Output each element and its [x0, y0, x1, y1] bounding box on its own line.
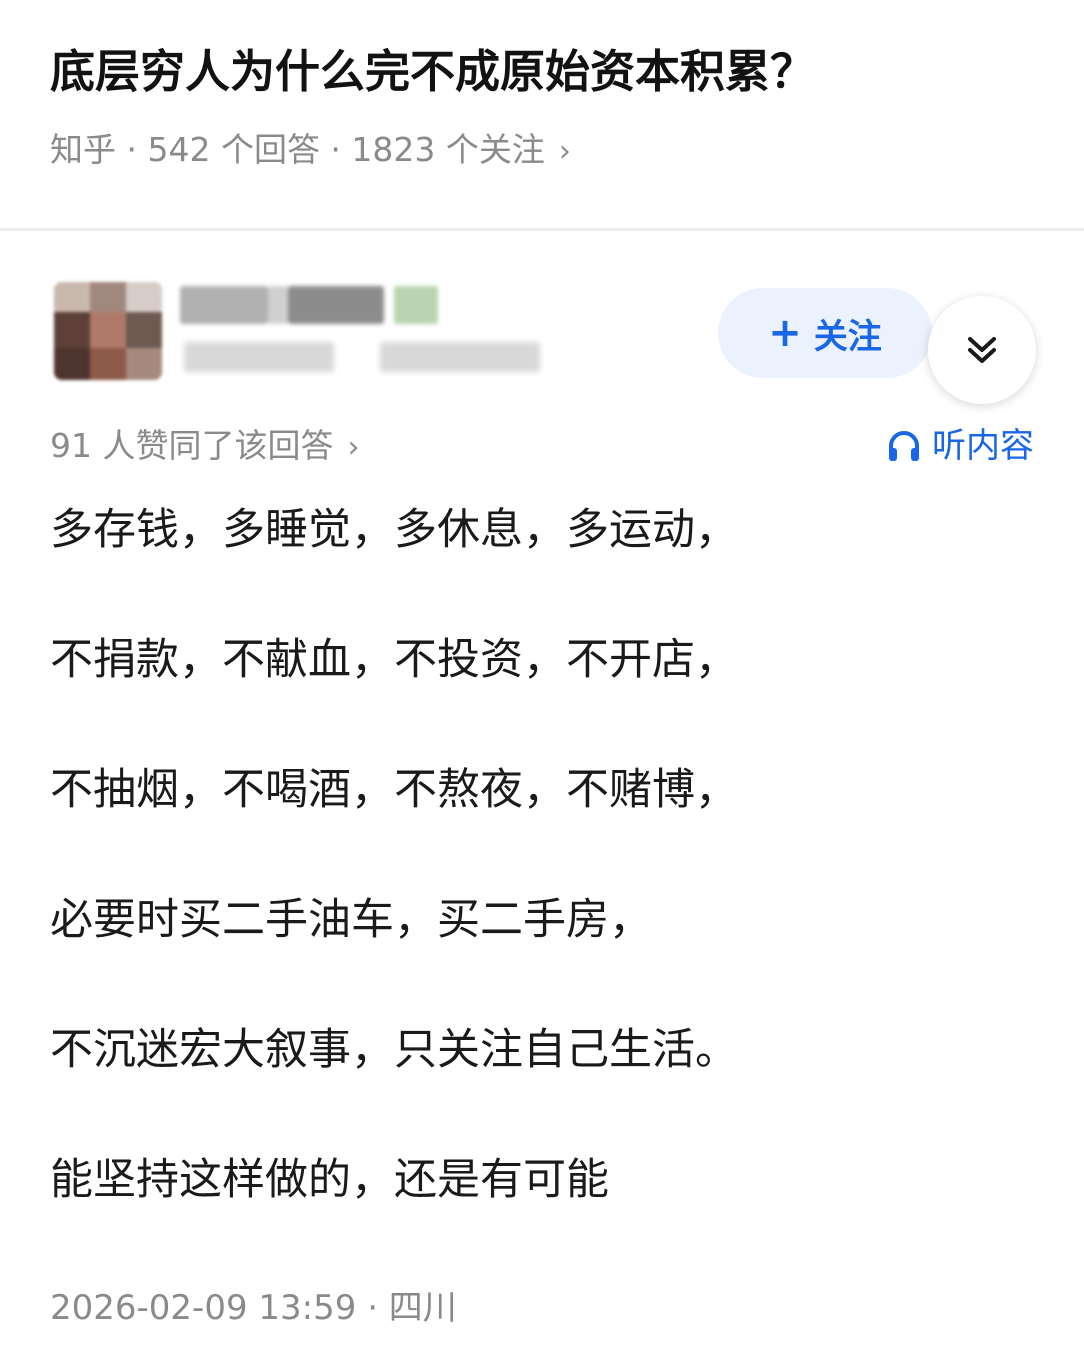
answer-paragraph: 不抽烟，不喝酒，不熬夜，不赌博，	[50, 765, 738, 815]
avatar[interactable]	[54, 282, 162, 380]
upvote-text: 91 人赞同了该回答	[50, 426, 334, 465]
question-meta-text: 知乎 · 542 个回答 · 1823 个关注	[50, 130, 545, 169]
question-title[interactable]: 底层穷人为什么完不成原始资本积累？	[50, 36, 1050, 108]
plus-icon: +	[768, 310, 802, 356]
answer-paragraph: 必要时买二手油车，买二手房，	[50, 895, 652, 945]
author-bio-blurred	[184, 338, 544, 376]
follow-button-label: 关注	[813, 316, 882, 357]
author-name-blurred[interactable]	[180, 286, 450, 324]
answer-paragraph: 多存钱，多睡觉，多休息，多运动，	[50, 505, 738, 555]
headphones-icon	[889, 431, 919, 461]
follow-button[interactable]: + 关注	[718, 288, 932, 378]
upvote-summary[interactable]: 91 人赞同了该回答 ›	[50, 422, 359, 472]
answer-body[interactable]: 多存钱，多睡觉，多休息，多运动， 不捐款，不献血，不投资，不开店， 不抽烟，不喝…	[50, 494, 1040, 1274]
answer-paragraph: 不捐款，不献血，不投资，不开店，	[50, 635, 738, 685]
chevron-right-icon: ›	[558, 134, 571, 169]
answer-timestamp-location: 2026-02-09 13:59 · 四川	[50, 1288, 457, 1328]
listen-label: 听内容	[932, 426, 1034, 466]
question-meta[interactable]: 知乎 · 542 个回答 · 1823 个关注 ›	[50, 126, 571, 176]
expand-button[interactable]	[928, 296, 1036, 404]
chevron-right-icon: ›	[347, 430, 360, 465]
double-chevron-down-icon	[968, 337, 996, 363]
answer-paragraph: 不沉迷宏大叙事，只关注自己生活。	[50, 1025, 738, 1075]
listen-button[interactable]: 听内容	[886, 422, 1034, 470]
section-divider	[0, 228, 1084, 231]
answer-paragraph: 能坚持这样做的，还是有可能	[50, 1155, 609, 1205]
